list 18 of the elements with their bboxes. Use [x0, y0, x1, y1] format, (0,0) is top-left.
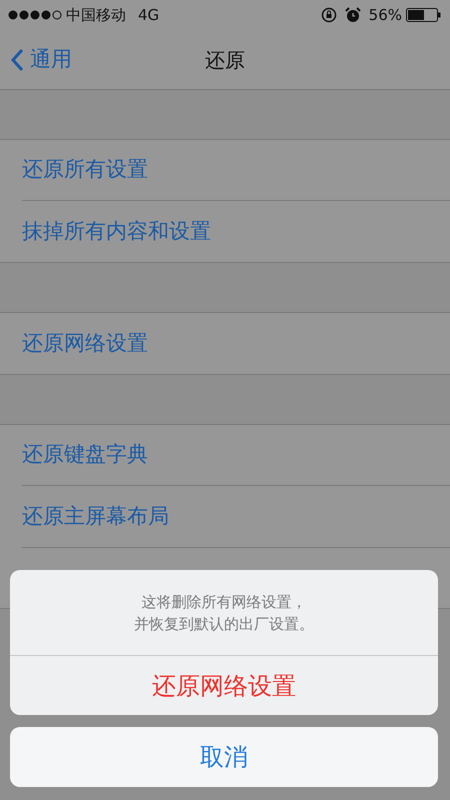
- chevron-left-icon: [10, 48, 24, 72]
- carrier-text: 中国移动: [66, 4, 126, 26]
- settings-row[interactable]: 还原键盘字典: [22, 425, 450, 486]
- rotation-lock-icon: [320, 7, 337, 23]
- settings-row[interactable]: 还原主屏幕布局: [22, 486, 450, 547]
- cancel-button[interactable]: 取消: [10, 727, 438, 787]
- network-text: 4G: [138, 4, 160, 26]
- reset-network-button[interactable]: 还原网络设置: [10, 655, 438, 715]
- alarm-icon: [344, 7, 361, 23]
- settings-row[interactable]: 抹掉所有内容和设置: [22, 201, 450, 262]
- signal-icon: [8, 10, 62, 20]
- battery-text: 56%: [368, 4, 402, 26]
- page-title: 还原: [205, 46, 245, 74]
- back-button[interactable]: 通用: [10, 44, 72, 76]
- settings-row[interactable]: 还原所有设置: [22, 140, 450, 201]
- sheet-message-line: 并恢复到默认的出厂设置。: [134, 614, 314, 634]
- sheet-message-line: 这将删除所有网络设置，: [142, 592, 306, 612]
- battery-icon: [406, 8, 442, 22]
